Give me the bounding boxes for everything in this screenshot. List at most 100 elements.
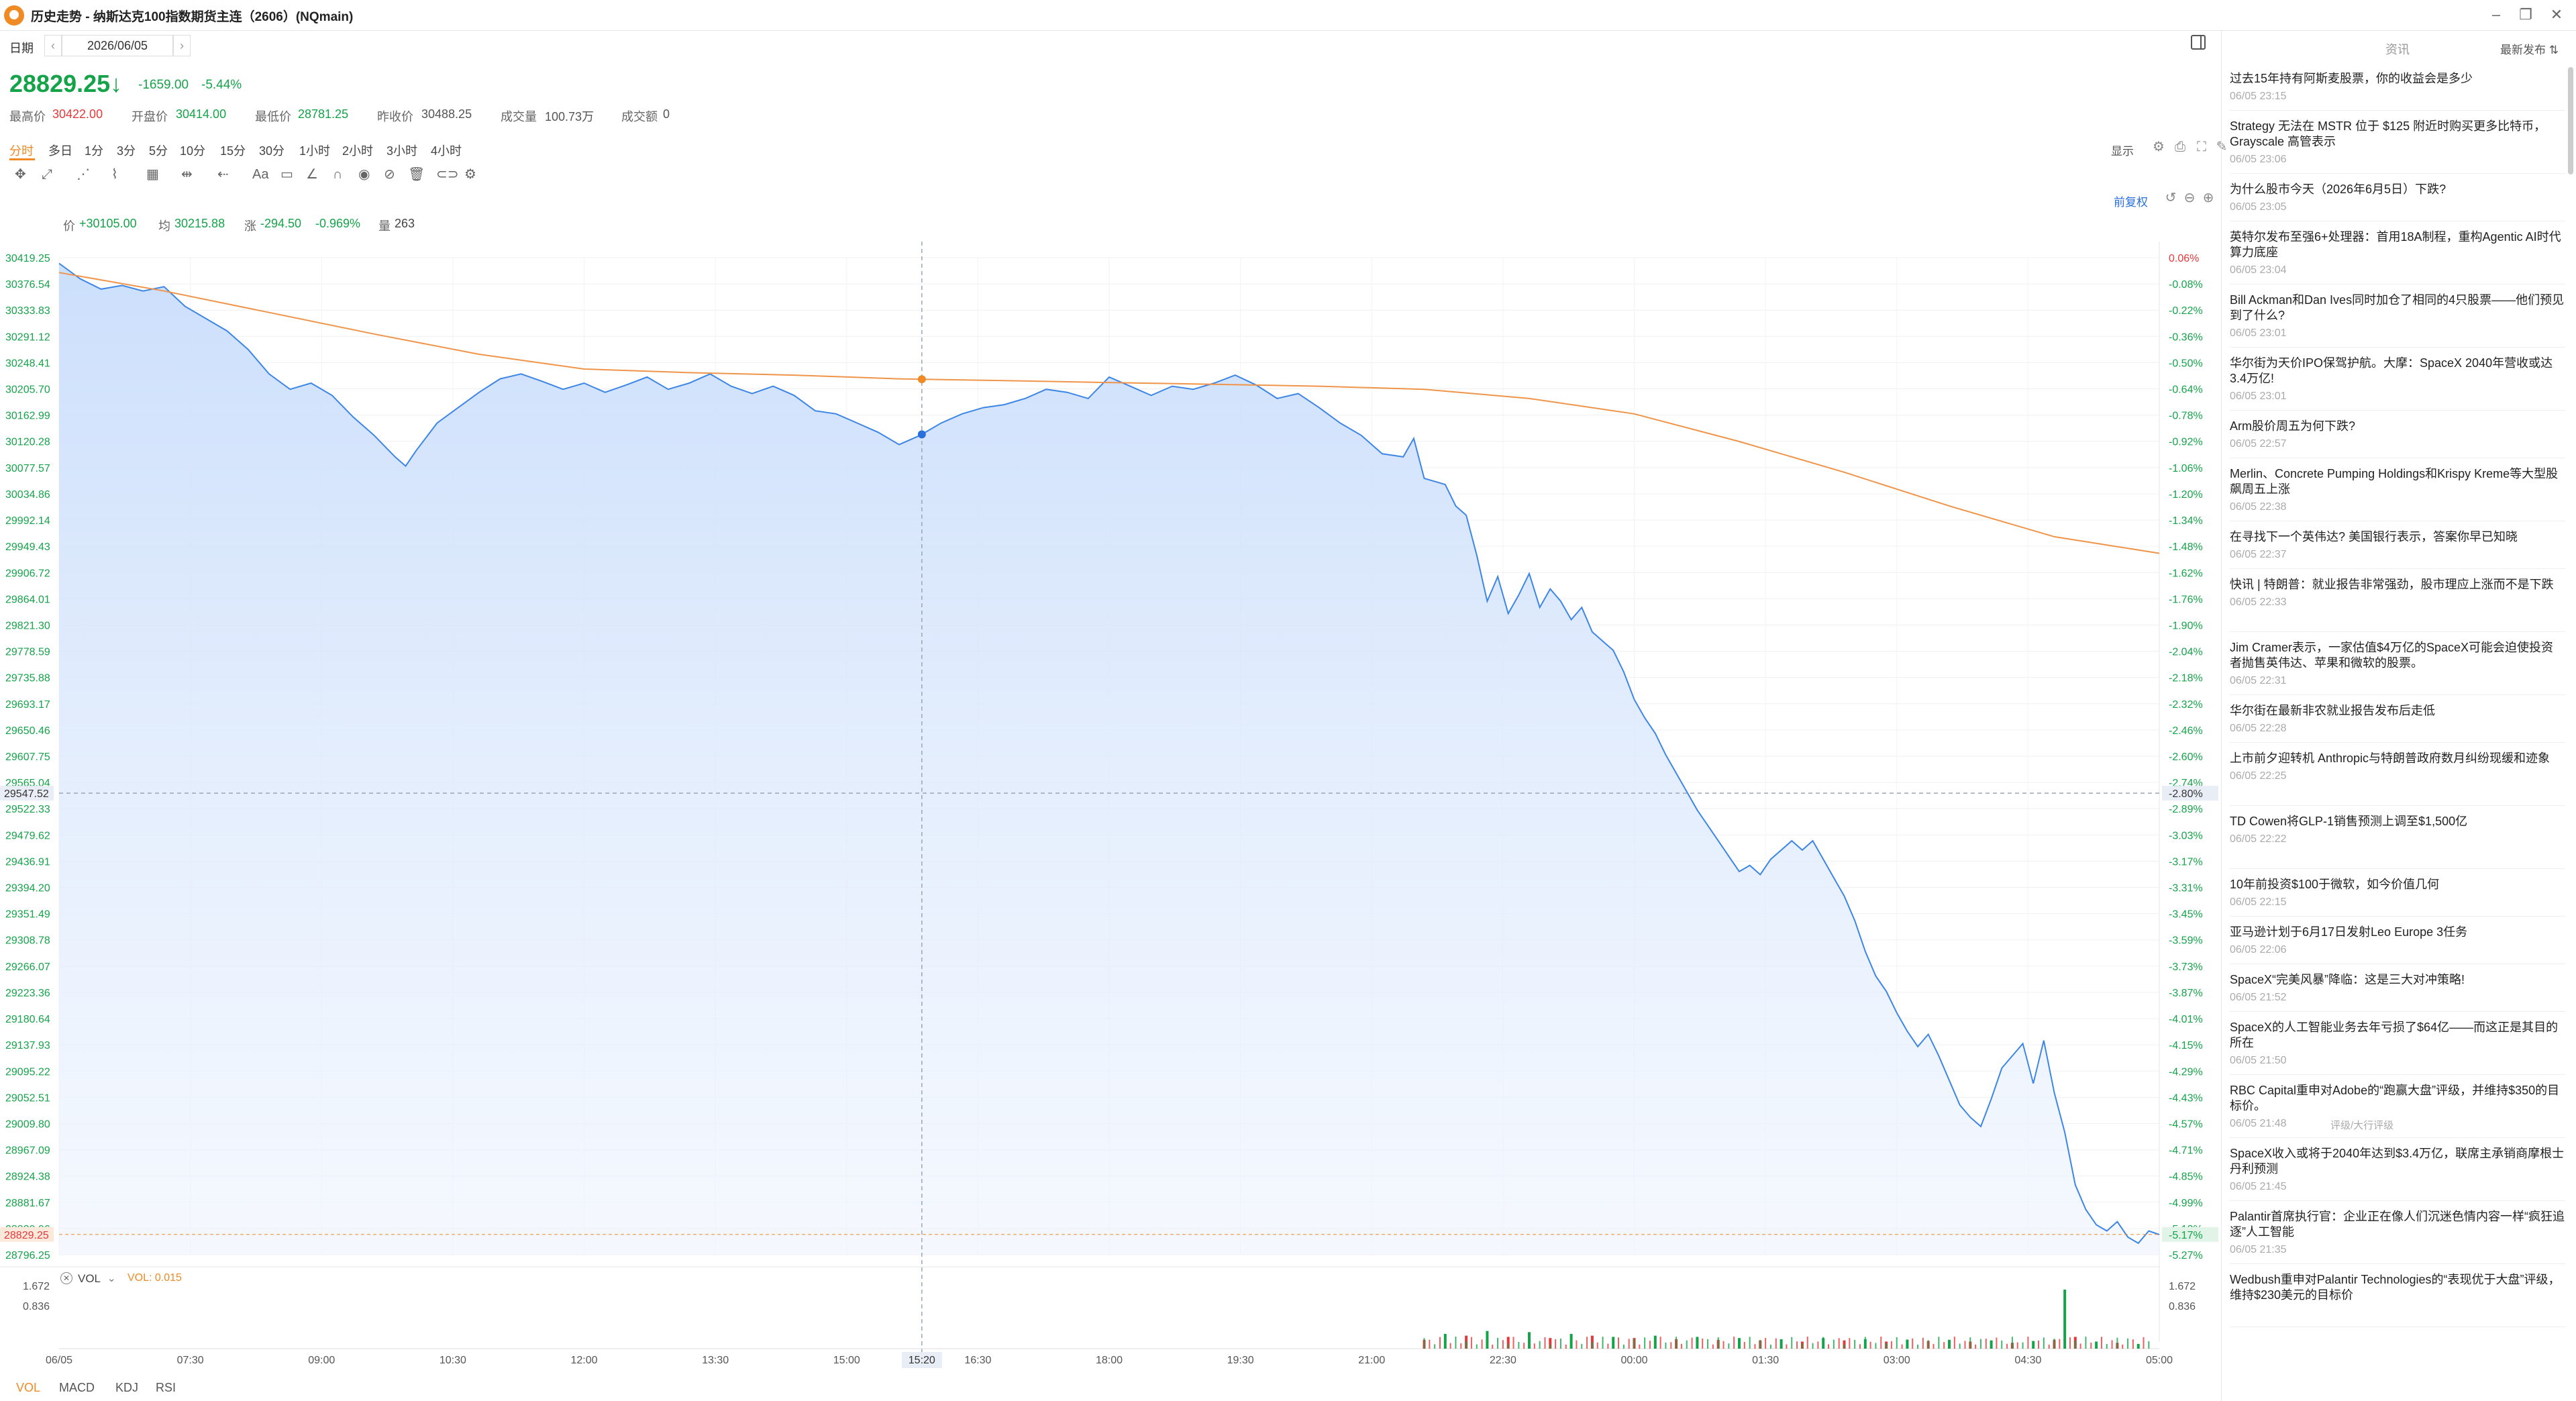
tab-period-3[interactable]: 3分 bbox=[117, 142, 136, 159]
app-logo-icon bbox=[4, 5, 24, 25]
news-item[interactable]: 上市前夕迎转机 Anthropic与特朗普政府数月纠纷现缓和迹象 06/05 22… bbox=[2230, 751, 2565, 806]
tab-period-6[interactable]: 15分 bbox=[220, 142, 246, 159]
price-tick-label: 29009.80 bbox=[5, 1119, 50, 1130]
price-tick-label: 30034.86 bbox=[5, 489, 50, 501]
volume-bar-minor bbox=[1497, 1337, 1499, 1349]
note-tool-icon[interactable]: ▭ bbox=[280, 165, 305, 184]
fullscreen-icon[interactable]: ⛶ bbox=[2194, 140, 2209, 154]
news-scrollbar[interactable] bbox=[2568, 67, 2573, 174]
news-item[interactable]: 在寻找下一个英伟达? 美国银行表示，答案你早已知晓 06/05 22:37 bbox=[2230, 529, 2565, 569]
news-item[interactable]: 英特尔发布至强6+处理器：首用18A制程，重构Agentic AI时代算力底座 0… bbox=[2230, 229, 2565, 284]
link-tool-icon[interactable]: ⊂⊃ bbox=[436, 165, 460, 184]
wave-tool-icon[interactable]: ⌇ bbox=[111, 165, 136, 184]
tab-period-0[interactable]: 分时 bbox=[9, 142, 34, 159]
news-item[interactable]: Wedbush重申对Palantir Technologies的“表现优于大盘”… bbox=[2230, 1272, 2565, 1327]
brush-tool-icon[interactable]: ∠ bbox=[306, 165, 330, 184]
volume-bar-minor bbox=[1555, 1339, 1557, 1349]
news-item[interactable]: Jim Cramer表示，一家估值$4万亿的SpaceX可能会迫使投资者抛售英伟… bbox=[2230, 640, 2565, 695]
crosshair-tool-icon[interactable]: ✥ bbox=[15, 165, 39, 184]
news-item[interactable]: Palantir首席执行官：企业正在像人们沉迷色情内容一样“疯狂追逐”人工智能 0… bbox=[2230, 1209, 2565, 1264]
news-item[interactable]: 10年前投资$100于微软，如今价值几何 06/05 22:15 bbox=[2230, 877, 2565, 917]
news-item[interactable]: Strategy 无法在 MSTR 位于 $125 附近时购买更多比特币，Gra… bbox=[2230, 119, 2565, 174]
intraday-chart[interactable]: 30419.25 30376.54 30333.83 30291.12 30248.41… bbox=[0, 242, 2221, 1379]
tab-period-2[interactable]: 1分 bbox=[85, 142, 103, 159]
volume-bar-minor bbox=[1754, 1344, 1756, 1349]
hide-tool-icon[interactable]: ⊘ bbox=[384, 165, 408, 184]
volume-bar-minor bbox=[1618, 1337, 1620, 1349]
tab-period-10[interactable]: 3小时 bbox=[387, 142, 417, 159]
price-tick-label: 28881.67 bbox=[5, 1198, 50, 1209]
volume-bar-minor bbox=[1780, 1339, 1782, 1349]
news-item[interactable]: 为什么股市今天（2026年6月5日）下跌? 06/05 23:05 bbox=[2230, 182, 2565, 221]
tab-indicator-rsi[interactable]: RSI bbox=[156, 1381, 176, 1395]
settings-icon[interactable]: ⚙ bbox=[2151, 140, 2166, 154]
volume-bar-minor bbox=[1644, 1337, 1646, 1349]
volume-panel-dropdown-icon[interactable]: ⌄ bbox=[107, 1272, 116, 1284]
volume-bar-minor bbox=[1434, 1344, 1436, 1349]
tab-period-1[interactable]: 多日 bbox=[48, 142, 72, 159]
magnet-tool-icon[interactable]: ∩ bbox=[333, 165, 357, 184]
news-item[interactable]: 华尔街在最新非农就业报告发布后走低 06/05 22:28 bbox=[2230, 703, 2565, 743]
price-tick-label: 29223.36 bbox=[5, 988, 50, 999]
sidebar-toggle-icon[interactable] bbox=[2191, 35, 2206, 50]
news-item[interactable]: Bill Ackman和Dan Ives同时加仓了相同的4只股票——他们预见到了… bbox=[2230, 293, 2565, 348]
price-tick-label: 29479.62 bbox=[5, 830, 50, 841]
tab-indicator-vol[interactable]: VOL bbox=[16, 1381, 40, 1395]
camera-icon[interactable]: ⎙ bbox=[2173, 140, 2187, 154]
text-tool-icon[interactable]: Aa bbox=[252, 165, 276, 184]
news-item[interactable]: RBC Capital重申对Adobe的“跑赢大盘”评级，并维持$350的目标价… bbox=[2230, 1083, 2565, 1138]
measure-tool-icon[interactable]: ⇹ bbox=[181, 165, 205, 184]
tab-period-11[interactable]: 4小时 bbox=[431, 142, 462, 159]
tab-period-8[interactable]: 1小时 bbox=[299, 142, 330, 159]
close-icon[interactable]: ✕ bbox=[2543, 4, 2570, 25]
volume-bar-minor bbox=[2090, 1343, 2092, 1349]
tab-period-9[interactable]: 2小时 bbox=[342, 142, 373, 159]
sort-latest-button[interactable]: 最新发布 ⇅ bbox=[2500, 40, 2559, 57]
news-item[interactable]: Arm股价周五为何下跌? 06/05 22:57 bbox=[2230, 419, 2565, 458]
pct-tick-label: -5.27% bbox=[2169, 1250, 2203, 1261]
tab-indicator-kdj[interactable]: KDJ bbox=[115, 1381, 138, 1395]
volume-panel-label: VOL bbox=[78, 1272, 101, 1285]
minimize-icon[interactable]: – bbox=[2483, 4, 2510, 25]
close-indicator-icon[interactable]: ✕ bbox=[60, 1272, 72, 1284]
prev-close-label: 昨收价 bbox=[377, 110, 413, 123]
news-item[interactable]: 亚马逊计划于6月17日发射Leo Europe 3任务 06/05 22:06 bbox=[2230, 925, 2565, 964]
volume-bar-minor bbox=[1607, 1343, 1609, 1349]
news-item[interactable]: 华尔街为天价IPO保驾护航。大摩：SpaceX 2040年营收或达3.4万亿! 0… bbox=[2230, 356, 2565, 411]
date-prev-button[interactable]: ‹ bbox=[44, 35, 62, 56]
tab-period-4[interactable]: 5分 bbox=[149, 142, 168, 159]
fib-tool-icon[interactable]: ▦ bbox=[146, 165, 170, 184]
zoom-out-icon[interactable]: ⊖ bbox=[2182, 191, 2197, 205]
reset-icon[interactable]: ↺ bbox=[2163, 191, 2178, 205]
zoom-in-icon[interactable]: ⊕ bbox=[2201, 191, 2216, 205]
volume-bar-minor bbox=[1576, 1340, 1578, 1349]
news-item[interactable]: Merlin、Concrete Pumping Holdings和Krispy … bbox=[2230, 466, 2565, 521]
news-item[interactable]: TD Cowen将GLP-1销售预测上调至$1,500亿 06/05 22:22 bbox=[2230, 814, 2565, 869]
eye-tool-icon[interactable]: ◉ bbox=[358, 165, 382, 184]
news-item[interactable]: SpaceX“完美风暴”降临：这是三大对冲策略! 06/05 21:52 bbox=[2230, 972, 2565, 1012]
display-settings-button[interactable]: 显示 bbox=[2111, 142, 2134, 158]
volume-bar-minor bbox=[1529, 1337, 1530, 1349]
tab-news[interactable]: 资讯 bbox=[2385, 40, 2410, 58]
indicator-avg-value: 30215.88 bbox=[174, 217, 225, 230]
news-item[interactable]: 快讯 | 特朗普：就业报告非常强劲，股市理应上涨而不是下跌 06/05 22:33 bbox=[2230, 577, 2565, 632]
channel-tool-icon[interactable]: ⋰ bbox=[76, 165, 101, 184]
tab-period-7[interactable]: 30分 bbox=[259, 142, 285, 159]
tab-indicator-macd[interactable]: MACD bbox=[59, 1381, 95, 1395]
volume-bar-minor bbox=[1875, 1343, 1877, 1349]
news-item[interactable]: SpaceX收入或将于2040年达到$3.4万亿，联席主承销商摩根士丹利预测 06… bbox=[2230, 1146, 2565, 1201]
date-input[interactable]: 2026/06/05 bbox=[62, 35, 173, 56]
tool-settings-icon[interactable]: ⚙ bbox=[464, 165, 488, 184]
news-item[interactable]: 过去15年持有阿斯麦股票，你的收益会是多少 06/05 23:15 bbox=[2230, 71, 2565, 111]
pct-tick-label: -1.20% bbox=[2169, 489, 2203, 501]
news-item[interactable]: SpaceX的人工智能业务去年亏损了$64亿——而这正是其目的所在 06/05 2… bbox=[2230, 1020, 2565, 1075]
tab-period-5[interactable]: 10分 bbox=[180, 142, 205, 159]
restore-icon[interactable]: ❐ bbox=[2512, 4, 2539, 25]
date-next-button[interactable]: › bbox=[173, 35, 191, 56]
delete-tool-icon[interactable]: 🗑 bbox=[408, 165, 432, 184]
volume-bar-minor bbox=[2132, 1339, 2134, 1349]
price-adjust-button[interactable]: 前复权 bbox=[2114, 193, 2148, 209]
line-tool-icon[interactable]: ⤢ bbox=[42, 165, 66, 184]
arrow-tool-icon[interactable]: ⇠ bbox=[217, 165, 242, 184]
date-label: 日期 bbox=[9, 42, 34, 55]
